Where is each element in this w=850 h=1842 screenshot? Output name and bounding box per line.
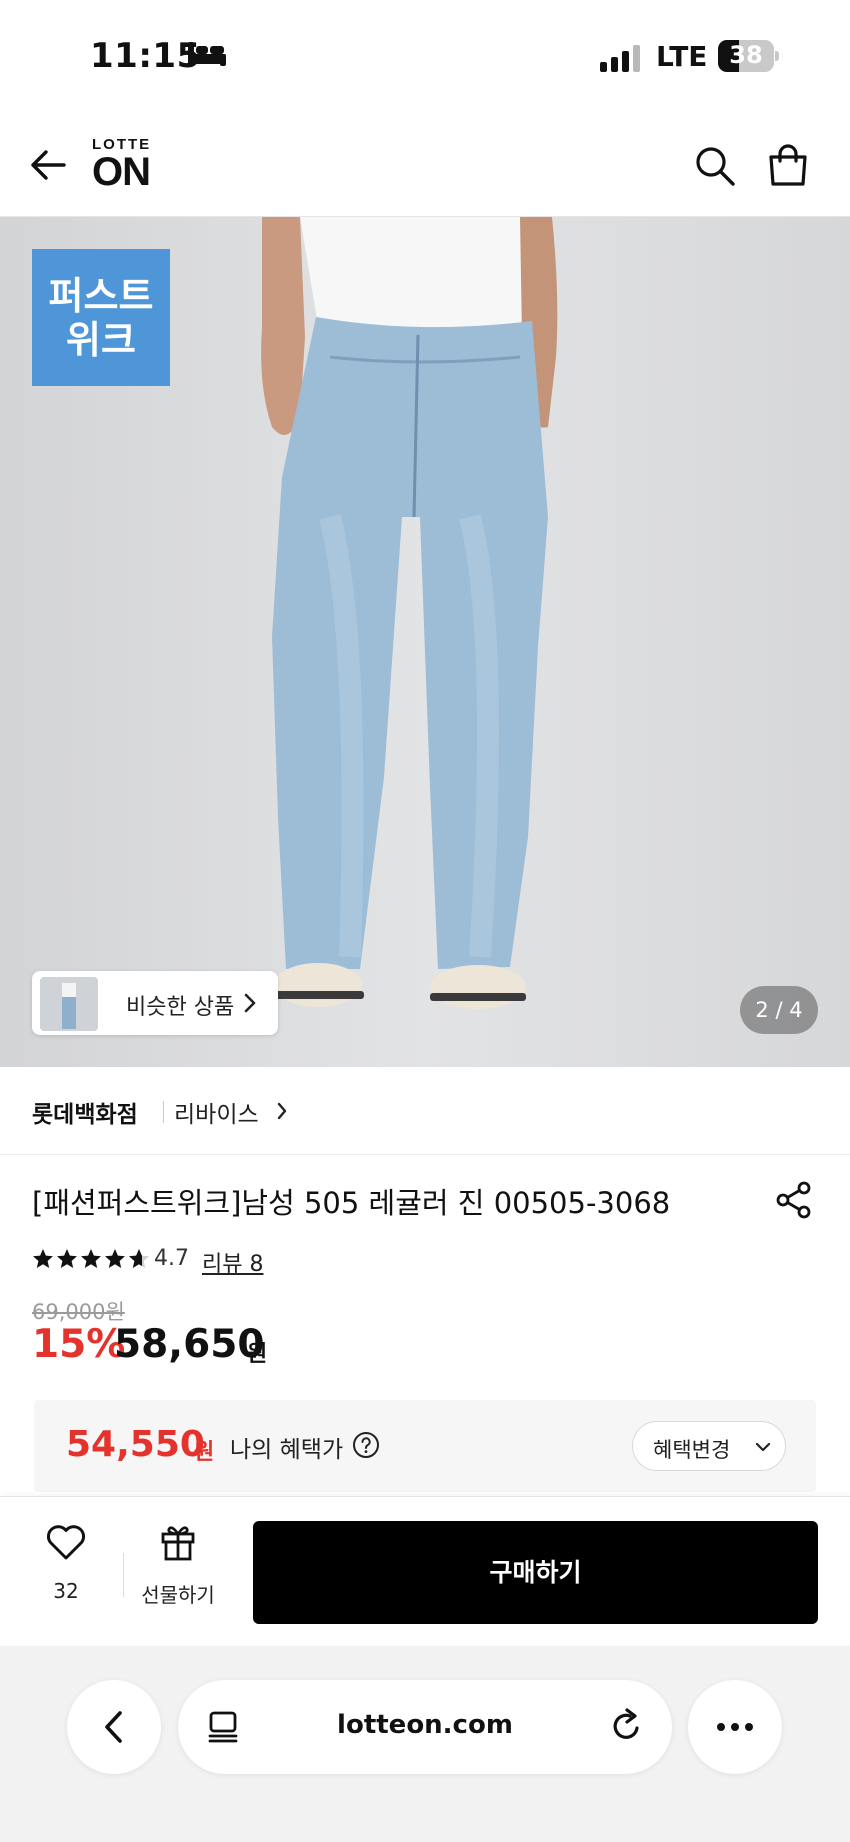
signal-icon <box>600 45 640 72</box>
sale-price: 58,650 <box>114 1322 265 1367</box>
rating-value: 4.7 <box>154 1246 189 1271</box>
gift-icon <box>161 1526 195 1561</box>
my-benefit-box: 54,550 원 나의 혜택가 혜택변경 <box>34 1400 816 1492</box>
divider <box>123 1553 124 1597</box>
shopping-bag-icon[interactable] <box>766 143 810 187</box>
sale-price-unit: 원 <box>247 1342 268 1367</box>
review-link[interactable]: 리뷰 8 <box>202 1246 263 1278</box>
search-icon[interactable] <box>694 145 736 187</box>
address-bar[interactable]: lotteon.com <box>178 1680 672 1774</box>
similar-product-thumbnail <box>40 977 98 1031</box>
help-icon[interactable] <box>352 1431 380 1459</box>
lotte-on-logo[interactable]: LOTTE ON <box>92 137 151 194</box>
chevron-down-icon <box>755 1442 771 1452</box>
store-name[interactable]: 롯데백화점 <box>32 1095 138 1129</box>
status-bar: 11:15 LTE 38 <box>0 0 850 115</box>
brand-link[interactable]: 리바이스 <box>174 1095 259 1129</box>
battery-icon: 38 <box>718 40 780 72</box>
carousel-page-indicator: 2 / 4 <box>740 986 818 1034</box>
buy-button[interactable]: 구매하기 <box>253 1521 818 1624</box>
first-week-badge: 퍼스트 위크 <box>32 249 170 386</box>
product-title: [패션퍼스트위크]남성 505 레귤러 진 00505-3068 <box>32 1186 671 1220</box>
bed-icon <box>188 42 226 66</box>
app-header: LOTTE ON <box>0 115 850 217</box>
logo-main-text: ON <box>92 150 151 194</box>
browser-more-button[interactable] <box>688 1680 782 1774</box>
url-text: lotteon.com <box>337 1710 513 1740</box>
network-label: LTE <box>656 40 708 73</box>
browser-back-button[interactable] <box>67 1680 161 1774</box>
more-icon <box>717 1723 753 1731</box>
reload-icon[interactable] <box>608 1708 644 1744</box>
back-arrow-icon[interactable] <box>26 143 70 187</box>
like-count: 32 <box>53 1579 79 1603</box>
chevron-right-icon <box>277 1102 287 1120</box>
change-benefit-label: 혜택변경 <box>653 1438 731 1462</box>
benefit-price: 54,550 <box>66 1424 205 1465</box>
share-icon[interactable] <box>774 1180 814 1220</box>
divider <box>163 1101 164 1123</box>
benefit-label: 나의 혜택가 <box>230 1437 344 1463</box>
purchase-action-bar: 32 선물하기 구매하기 <box>0 1496 850 1646</box>
star-rating-icon <box>33 1249 149 1268</box>
change-benefit-button[interactable]: 혜택변경 <box>632 1421 786 1471</box>
gift-label: 선물하기 <box>141 1583 215 1607</box>
status-time: 11:15 <box>90 36 201 76</box>
similar-products-button[interactable]: 비슷한 상품 <box>32 971 278 1035</box>
chevron-left-icon <box>105 1711 122 1743</box>
battery-level: 38 <box>729 41 763 69</box>
benefit-price-unit: 원 <box>194 1440 215 1465</box>
browser-toolbar: lotteon.com <box>0 1646 850 1842</box>
like-button[interactable]: 32 <box>26 1519 106 1619</box>
heart-icon <box>47 1525 85 1560</box>
gift-button[interactable]: 선물하기 <box>132 1519 224 1619</box>
discount-rate: 15% <box>32 1322 126 1367</box>
store-brand-row: 롯데백화점 리바이스 <box>0 1067 850 1155</box>
chevron-right-icon <box>244 993 256 1013</box>
product-image-carousel[interactable]: 퍼스트 위크 비슷한 상품 2 / 4 <box>0 217 850 1067</box>
similar-products-label: 비슷한 상품 <box>126 995 235 1020</box>
